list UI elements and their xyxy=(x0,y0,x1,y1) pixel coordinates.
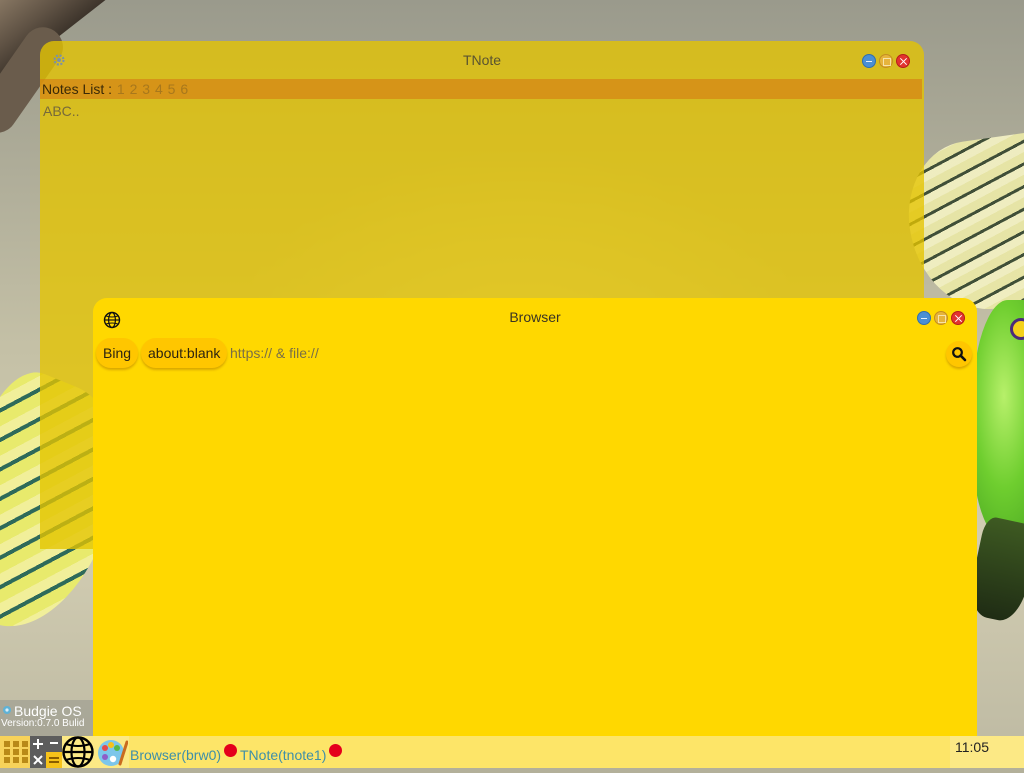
browser-window-title: Browser xyxy=(509,309,561,325)
search-icon xyxy=(952,347,967,362)
browser-toolbar: Bing about:blank xyxy=(96,338,974,370)
browser-launcher[interactable] xyxy=(61,736,95,768)
search-button[interactable] xyxy=(946,341,972,367)
tnote-window-title: TNote xyxy=(462,52,502,68)
paint-palette-icon xyxy=(98,740,129,766)
calculator-icon xyxy=(30,736,62,768)
minimize-button[interactable] xyxy=(862,54,876,68)
calculator-launcher[interactable] xyxy=(30,736,62,768)
apps-grid-launcher[interactable] xyxy=(0,736,32,768)
apps-grid-icon xyxy=(0,736,32,768)
browser-globe-icon xyxy=(62,736,94,768)
maximize-button[interactable] xyxy=(879,54,893,68)
task-running-indicator xyxy=(224,744,237,757)
about-blank-bookmark-button[interactable]: about:blank xyxy=(141,338,228,368)
note-link-2[interactable]: 2 xyxy=(130,81,138,97)
close-button[interactable] xyxy=(896,54,910,68)
note-link-6[interactable]: 6 xyxy=(180,81,188,97)
os-version: Version:0.7.0 Bulid xyxy=(1,718,85,729)
browser-window-controls xyxy=(917,311,965,325)
browser-window: Browser Bing about:blank xyxy=(93,298,977,768)
tnote-window-controls xyxy=(862,54,910,68)
tnote-titlebar[interactable]: TNote xyxy=(40,41,924,79)
taskbar-clock: 11:05 xyxy=(955,739,989,755)
url-input[interactable] xyxy=(230,342,930,364)
note-link-3[interactable]: 3 xyxy=(142,81,150,97)
taskbar-task-list: Browser(brw0) TNote(tnote1) xyxy=(129,736,950,768)
browser-titlebar[interactable]: Browser xyxy=(93,298,977,336)
note-link-5[interactable]: 5 xyxy=(168,81,176,97)
bing-bookmark-button[interactable]: Bing xyxy=(96,338,139,368)
taskbar: Browser(brw0) TNote(tnote1) 11:05 xyxy=(0,736,1024,768)
maximize-button[interactable] xyxy=(934,311,948,325)
notes-list-bar: Notes List : 1 2 3 4 5 6 xyxy=(40,79,922,99)
task-browser[interactable]: Browser(brw0) xyxy=(130,747,221,763)
budgie-logo-icon xyxy=(3,706,11,714)
minimize-button[interactable] xyxy=(917,311,931,325)
paint-launcher[interactable] xyxy=(96,736,129,768)
note-text-area[interactable]: ABC.. xyxy=(43,103,80,119)
note-link-4[interactable]: 4 xyxy=(155,81,163,97)
os-info-badge: Budgie OS Version:0.7.0 Bulid xyxy=(0,700,93,736)
os-name: Budgie OS xyxy=(14,703,82,719)
notes-list-label: Notes List : xyxy=(42,81,113,97)
note-link-1[interactable]: 1 xyxy=(117,81,125,97)
task-running-indicator xyxy=(329,744,342,757)
close-button[interactable] xyxy=(951,311,965,325)
task-tnote[interactable]: TNote(tnote1) xyxy=(240,747,326,763)
